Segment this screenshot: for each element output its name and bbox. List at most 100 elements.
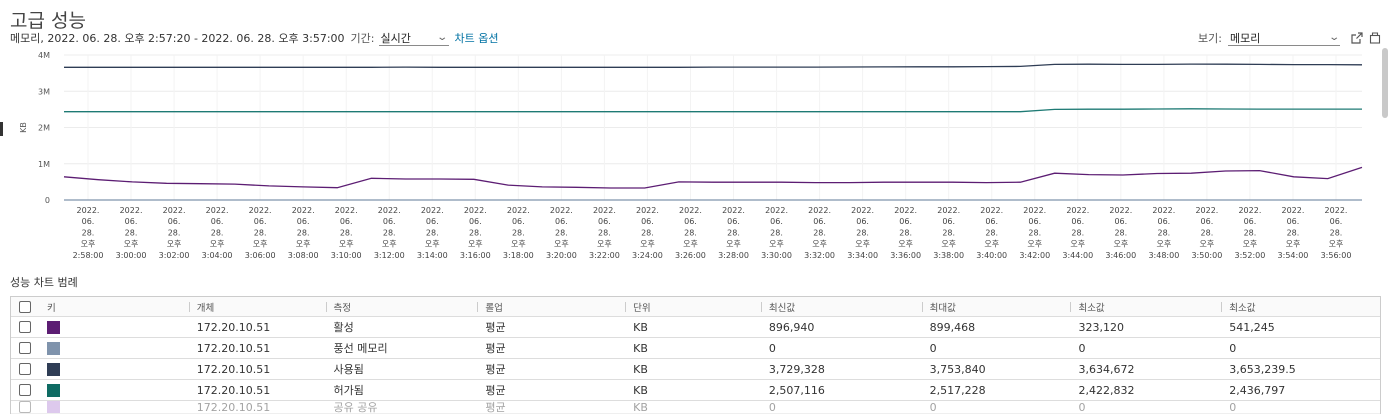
column-header-max[interactable]: 최대값 (921, 297, 1071, 316)
period-select[interactable]: 실시간 ⌄ (378, 31, 449, 46)
chevron-down-icon: ⌄ (436, 32, 449, 43)
column-header-latest[interactable]: 최신값 (760, 297, 922, 316)
x-tick-label: 28. (856, 228, 869, 237)
x-tick-label: 2022. (378, 206, 401, 215)
x-tick-label: 오후 (554, 240, 569, 249)
x-tick-label: 3:26:00 (675, 251, 706, 260)
x-tick-label: 06. (340, 217, 353, 226)
x-tick-label: 오후 (425, 240, 440, 249)
x-tick-label: 28. (1201, 228, 1214, 237)
x-tick-label: 2022. (636, 206, 659, 215)
unit-cell: KB (633, 401, 648, 413)
min-cell-2: 2,436,797 (1229, 383, 1286, 397)
column-header-key[interactable]: 키 (39, 297, 189, 316)
row-checkbox[interactable] (19, 401, 31, 413)
unit-cell: KB (633, 320, 648, 334)
x-tick-label: 3:04:00 (202, 251, 233, 260)
chart-options-link[interactable]: 차트 옵션 (455, 30, 499, 46)
column-header-min[interactable]: 최소값 (1070, 297, 1221, 316)
x-tick-label: 2022. (163, 206, 186, 215)
x-tick-label: 28. (469, 228, 482, 237)
column-header-unit[interactable]: 단위 (625, 297, 761, 316)
popout-icon[interactable] (1350, 31, 1364, 45)
x-tick-label: 28. (1287, 228, 1300, 237)
legend-row[interactable]: 172.20.10.51 사용됨 평균 KB 3,729,328 3,753,840 3,6… (11, 359, 1380, 380)
x-tick-label: 오후 (511, 240, 526, 249)
unit-cell: KB (633, 383, 648, 397)
column-header-object[interactable]: 개체 (188, 297, 326, 316)
x-tick-label: 28. (684, 228, 697, 237)
rollup-cell: 평균 (485, 384, 506, 397)
x-tick-label: 3:12:00 (374, 251, 405, 260)
column-header-rollup[interactable]: 롤업 (477, 297, 625, 316)
x-tick-label: 06. (985, 217, 998, 226)
x-tick-label: 28. (1071, 228, 1084, 237)
rollup-cell: 평균 (485, 342, 506, 355)
x-tick-label: 06. (297, 217, 310, 226)
series-color-swatch (46, 362, 60, 376)
row-checkbox[interactable] (19, 321, 31, 333)
x-tick-label: 오후 (898, 240, 913, 249)
x-tick-label: 28. (340, 228, 353, 237)
x-tick-label: 2022. (1066, 206, 1089, 215)
period-label: 기간: (350, 32, 375, 45)
x-tick-label: 06. (168, 217, 181, 226)
x-tick-label: 2022. (765, 206, 788, 215)
legend-header-row: 키 개체 측정 롤업 단위 최신값 최대값 최소값 최소값 (11, 297, 1380, 317)
x-tick-label: 06. (1157, 217, 1170, 226)
x-tick-label: 3:44:00 (1062, 251, 1093, 260)
x-tick-label: 3:10:00 (331, 251, 362, 260)
column-header-measure[interactable]: 측정 (325, 297, 478, 316)
x-tick-label: 오후 (984, 240, 999, 249)
y-tick-label: 1M (38, 160, 50, 169)
x-tick-label: 2022. (464, 206, 487, 215)
legend-row[interactable]: 172.20.10.51 풍선 메모리 평균 KB 0 0 0 0 (11, 338, 1380, 359)
series-color-swatch (46, 341, 60, 355)
x-tick-label: 2022. (206, 206, 229, 215)
period-select-value: 실시간 (380, 31, 411, 45)
view-label: 보기: (1198, 32, 1222, 45)
x-tick-label: 28. (1244, 228, 1257, 237)
view-controls: 보기: 메모리 ⌄ (1198, 30, 1382, 46)
x-tick-label: 06. (426, 217, 439, 226)
view-select[interactable]: 메모리 ⌄ (1228, 31, 1340, 46)
max-cell: 0 (929, 341, 937, 355)
row-checkbox[interactable] (19, 363, 31, 375)
export-icon[interactable] (1368, 31, 1382, 45)
x-tick-label: 오후 (253, 240, 268, 249)
select-all-checkbox[interactable] (19, 300, 31, 313)
legend-row[interactable]: 172.20.10.51 공유 공유 평균 KB 0 0 0 0 (11, 401, 1380, 414)
legend-row[interactable]: 172.20.10.51 허가됨 평균 KB 2,507,116 2,517,228 2,4… (11, 380, 1380, 401)
x-tick-label: 06. (254, 217, 267, 226)
min-cell: 0 (1078, 341, 1086, 355)
row-checkbox[interactable] (19, 342, 31, 354)
x-tick-label: 06. (211, 217, 224, 226)
x-tick-label: 오후 (683, 240, 698, 249)
x-tick-label: 06. (899, 217, 912, 226)
x-tick-label: 06. (856, 217, 869, 226)
row-checkbox[interactable] (19, 384, 31, 396)
object-cell: 172.20.10.51 (196, 341, 271, 355)
min-cell-2: 0 (1229, 341, 1237, 355)
legend-row[interactable]: 172.20.10.51 활성 평균 KB 896,940 899,468 323,120 5… (11, 317, 1380, 338)
x-tick-label: 2:58:00 (73, 251, 104, 260)
column-header-min-2[interactable]: 최소값 (1221, 297, 1380, 316)
object-cell: 172.20.10.51 (196, 320, 271, 334)
x-tick-label: 2022. (593, 206, 616, 215)
legend-table: 키 개체 측정 롤업 단위 최신값 최대값 최소값 최소값 172.20.10.… (10, 296, 1381, 414)
x-tick-label: 28. (1028, 228, 1041, 237)
x-tick-label: 28. (770, 228, 783, 237)
x-tick-label: 06. (1071, 217, 1084, 226)
x-tick-label: 오후 (1200, 240, 1215, 249)
legend-rows: 172.20.10.51 활성 평균 KB 896,940 899,468 323,120 5… (11, 317, 1380, 414)
x-tick-label: 28. (383, 228, 396, 237)
chevron-down-icon: ⌄ (1327, 32, 1340, 43)
object-cell: 172.20.10.51 (196, 362, 271, 376)
y-tick-label: 4M (38, 51, 50, 60)
x-tick-label: 3:18:00 (503, 251, 534, 260)
max-cell: 0 (929, 401, 937, 413)
x-tick-label: 2022. (980, 206, 1003, 215)
x-tick-label: 오후 (1156, 240, 1171, 249)
x-tick-label: 오후 (210, 240, 225, 249)
scrollbar[interactable] (1382, 48, 1388, 118)
